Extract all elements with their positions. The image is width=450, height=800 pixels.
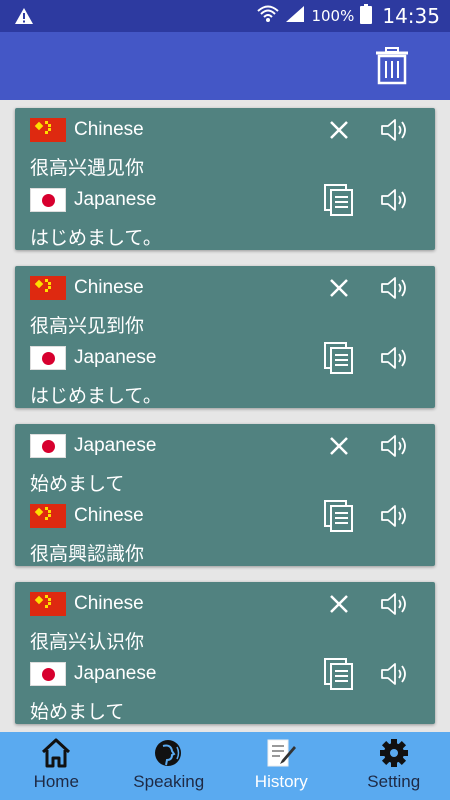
japan-flag-icon <box>30 188 66 212</box>
nav-home-label: Home <box>33 772 79 791</box>
source-language-label: Chinese <box>74 593 144 614</box>
source-text: 始めまして <box>30 473 125 495</box>
source-language-label: Chinese <box>74 277 144 298</box>
translated-text: 始めまして <box>30 701 125 723</box>
nav-setting[interactable]: Setting <box>338 732 450 800</box>
clock: 14:35 <box>382 4 440 28</box>
copy-icon <box>324 658 353 690</box>
china-flag-icon <box>30 118 66 142</box>
china-flag-icon <box>30 592 66 616</box>
delete-entry-button[interactable] <box>321 270 357 306</box>
nav-history-label: History <box>254 772 308 791</box>
source-language-label: Chinese <box>74 119 144 140</box>
nav-speaking[interactable]: Speaking <box>113 732 226 800</box>
source-language-label: Japanese <box>74 435 157 456</box>
target-language-row: Japanese <box>30 659 156 689</box>
source-text: 很高兴遇见你 <box>30 157 145 179</box>
status-bar: 100% 14:35 <box>0 0 450 32</box>
speaker-icon <box>381 505 406 527</box>
speak-target-button[interactable] <box>377 656 413 692</box>
trash-icon <box>376 47 408 85</box>
close-icon <box>330 595 348 613</box>
copy-icon <box>324 184 353 216</box>
source-text: 很高兴认识你 <box>30 631 145 653</box>
close-icon <box>330 121 348 139</box>
target-language-label: Japanese <box>74 663 157 684</box>
delete-all-button[interactable] <box>372 46 412 86</box>
home-icon <box>42 738 71 768</box>
bottom-navigation: Home Speaking History Setting <box>0 732 450 800</box>
source-text: 很高兴见到你 <box>30 315 145 337</box>
gear-icon <box>379 739 408 767</box>
translated-text: はじめまして。 <box>30 385 162 407</box>
nav-home[interactable]: Home <box>0 732 113 800</box>
close-icon <box>330 279 348 297</box>
speak-target-button[interactable] <box>377 340 413 376</box>
close-icon <box>330 437 348 455</box>
battery-icon <box>360 4 373 28</box>
battery-percent: 100% <box>311 7 355 25</box>
speak-source-button[interactable] <box>377 270 413 306</box>
copy-translation-button[interactable] <box>321 182 357 218</box>
source-language-row: Japanese <box>30 431 156 461</box>
speaker-icon <box>381 277 406 299</box>
source-language-row: Chinese <box>30 115 144 145</box>
history-card[interactable]: Chinese 很高兴认识你 Japanese 始めまして <box>15 582 435 724</box>
delete-entry-button[interactable] <box>321 428 357 464</box>
translated-text: はじめまして。 <box>30 227 162 249</box>
source-language-row: Chinese <box>30 589 144 619</box>
app-bar <box>0 32 450 100</box>
source-language-row: Chinese <box>30 273 144 303</box>
japan-flag-icon <box>30 434 66 458</box>
nav-setting-label: Setting <box>367 772 421 791</box>
warning-icon <box>14 7 34 29</box>
speaker-icon <box>381 593 406 615</box>
speak-source-button[interactable] <box>377 586 413 622</box>
china-flag-icon <box>30 504 66 528</box>
target-language-label: Japanese <box>74 347 157 368</box>
speak-target-button[interactable] <box>377 498 413 534</box>
delete-entry-button[interactable] <box>321 586 357 622</box>
nav-history[interactable]: History <box>225 732 338 800</box>
copy-translation-button[interactable] <box>321 340 357 376</box>
target-language-row: Chinese <box>30 501 144 531</box>
wifi-icon <box>257 4 280 28</box>
copy-icon <box>324 500 353 532</box>
target-language-label: Japanese <box>74 189 157 210</box>
delete-entry-button[interactable] <box>321 112 357 148</box>
speaker-icon <box>381 347 406 369</box>
speaker-icon <box>381 119 406 141</box>
signal-icon <box>285 5 305 27</box>
japan-flag-icon <box>30 662 66 686</box>
nav-speaking-label: Speaking <box>133 772 205 791</box>
history-icon <box>267 739 297 767</box>
speak-source-button[interactable] <box>377 428 413 464</box>
copy-icon <box>324 342 353 374</box>
copy-translation-button[interactable] <box>321 656 357 692</box>
history-card[interactable]: Chinese 很高兴见到你 Japanese はじめまして。 <box>15 266 435 408</box>
japan-flag-icon <box>30 346 66 370</box>
speaker-icon <box>381 189 406 211</box>
history-card[interactable]: Japanese 始めまして Chinese 很高興認識你 <box>15 424 435 566</box>
copy-translation-button[interactable] <box>321 498 357 534</box>
target-language-label: Chinese <box>74 505 144 526</box>
history-card[interactable]: Chinese 很高兴遇见你 Japanese はじめまして。 <box>15 108 435 250</box>
china-flag-icon <box>30 276 66 300</box>
speak-source-button[interactable] <box>377 112 413 148</box>
translated-text: 很高興認識你 <box>30 543 145 565</box>
speaking-icon <box>154 740 181 766</box>
target-language-row: Japanese <box>30 343 156 373</box>
history-list[interactable]: Chinese 很高兴遇见你 Japanese はじめまして。 Chinese 很高兴见到… <box>0 100 450 732</box>
target-language-row: Japanese <box>30 185 156 215</box>
speak-target-button[interactable] <box>377 182 413 218</box>
speaker-icon <box>381 663 406 685</box>
speaker-icon <box>381 435 406 457</box>
